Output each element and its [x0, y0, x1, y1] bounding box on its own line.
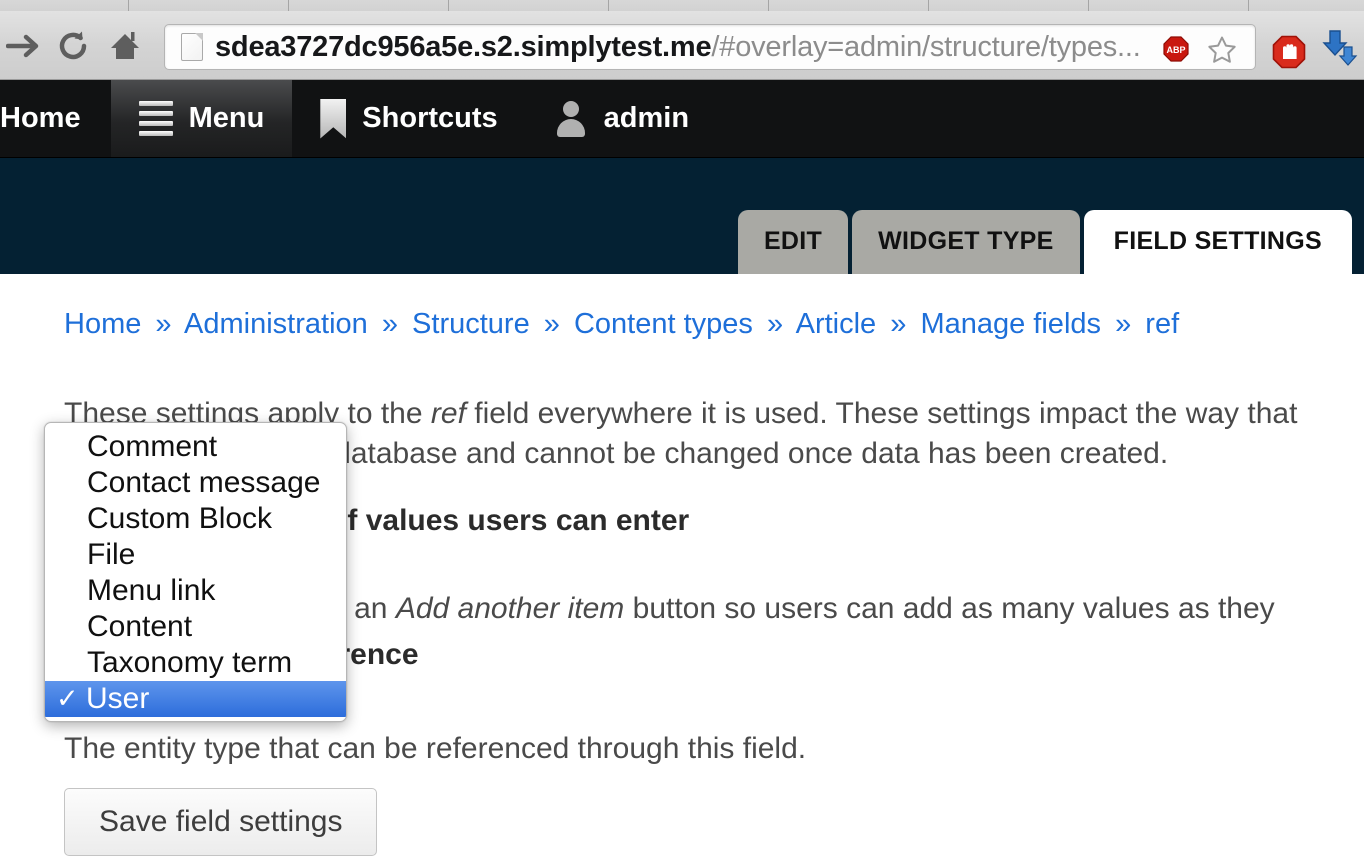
breadcrumb-item-administration[interactable]: Administration — [184, 308, 368, 340]
browser-tab[interactable] — [128, 0, 298, 11]
breadcrumb-separator: » — [543, 308, 560, 340]
breadcrumb-separator: » — [155, 308, 172, 340]
hamburger-icon — [138, 101, 173, 136]
url-text: sdea3727dc956a5e.s2.simplytest.me/#overl… — [215, 31, 1247, 64]
breadcrumb-item-manage-fields[interactable]: Manage fields — [920, 308, 1101, 340]
toolbar-item-menu[interactable]: Menu — [110, 80, 293, 157]
stop-hand-icon[interactable] — [1272, 35, 1306, 69]
breadcrumb-separator: » — [381, 308, 398, 340]
url-path: /#overlay=admin/structure/types... — [711, 30, 1141, 63]
breadcrumb: Home » Administration » Structure » Cont… — [64, 308, 1179, 341]
url-host: sdea3727dc956a5e.s2.simplytest.me — [215, 30, 712, 63]
home-icon[interactable] — [104, 25, 146, 67]
svg-text:ABP: ABP — [1166, 45, 1185, 55]
admin-toolbar: Home Menu Shortcuts admin — [0, 80, 1364, 158]
browser-tab[interactable] — [0, 0, 140, 11]
add-another-item-em: Add another item — [395, 592, 625, 625]
forward-arrow-icon[interactable] — [2, 25, 44, 67]
browser-tab[interactable] — [768, 0, 938, 11]
breadcrumb-item-article[interactable]: Article — [796, 308, 877, 340]
toolbar-item-shortcuts[interactable]: Shortcuts — [292, 80, 525, 157]
person-icon — [554, 99, 588, 139]
reload-icon[interactable] — [52, 25, 94, 67]
entity-type-help-text: The entity type that can be referenced t… — [64, 732, 807, 765]
browser-tab-strip[interactable] — [0, 0, 1364, 11]
toolbar-item-label: Shortcuts — [362, 102, 498, 134]
option-label: Contact message — [87, 466, 321, 499]
breadcrumb-item-content-types[interactable]: Content types — [574, 308, 753, 340]
checkmark-icon: ✓ — [56, 683, 79, 714]
breadcrumb-separator: » — [1115, 308, 1132, 340]
option-label: File — [87, 538, 136, 571]
option-contact-message[interactable]: ✓ Contact message — [45, 465, 346, 501]
option-label: Menu link — [87, 574, 216, 607]
browser-tab[interactable] — [1088, 0, 1258, 11]
page-document-icon — [181, 33, 203, 61]
browser-tab[interactable] — [448, 0, 618, 11]
browser-chrome: sdea3727dc956a5e.s2.simplytest.me/#overl… — [0, 0, 1364, 80]
tab-field-settings[interactable]: FIELD SETTINGS — [1083, 210, 1352, 274]
toolbar-item-label: Home — [0, 102, 81, 134]
breadcrumb-item-ref[interactable]: ref — [1145, 308, 1179, 340]
browser-tab[interactable] — [1248, 0, 1364, 11]
intro-field-name: ref — [430, 397, 466, 430]
option-custom-block[interactable]: ✓ Custom Block — [45, 501, 346, 537]
option-label: User — [86, 682, 150, 715]
option-file[interactable]: ✓ File — [45, 537, 346, 573]
browser-nav-toolbar: sdea3727dc956a5e.s2.simplytest.me/#overl… — [0, 11, 1364, 79]
bookmark-star-icon[interactable] — [1207, 35, 1237, 65]
browser-tab[interactable] — [928, 0, 1098, 11]
option-label: Custom Block — [87, 502, 273, 535]
overlay-tabs: EDIT WIDGET TYPE FIELD SETTINGS — [737, 210, 1352, 274]
option-taxonomy-term[interactable]: ✓ Taxonomy term — [45, 645, 346, 681]
browser-tab[interactable] — [608, 0, 778, 11]
bookmark-icon — [320, 99, 346, 139]
toolbar-item-admin[interactable]: admin — [526, 80, 717, 157]
toolbar-item-label: Menu — [188, 102, 265, 134]
toolbar-item-label: admin — [603, 102, 690, 134]
download-arrow-icon[interactable] — [1322, 29, 1358, 73]
option-label: Comment — [87, 430, 218, 463]
adblock-plus-icon[interactable]: ABP — [1163, 36, 1189, 62]
breadcrumb-item-home[interactable]: Home — [64, 308, 141, 340]
toolbar-item-home[interactable]: Home — [0, 80, 111, 157]
breadcrumb-separator: » — [767, 308, 784, 340]
tab-widget-type[interactable]: WIDGET TYPE — [852, 210, 1080, 274]
entity-type-select-popup[interactable]: ✓ Comment ✓ Contact message ✓ Custom Blo… — [44, 422, 347, 722]
browser-tab[interactable] — [288, 0, 458, 11]
option-label: Content — [87, 610, 193, 643]
option-menu-link[interactable]: ✓ Menu link — [45, 573, 346, 609]
url-bar[interactable]: sdea3727dc956a5e.s2.simplytest.me/#overl… — [164, 24, 1256, 70]
option-user[interactable]: ✓ User — [45, 681, 346, 717]
option-content[interactable]: ✓ Content — [45, 609, 346, 645]
overlay-header: My account sdea3727dc956a5e.s2.simplytes… — [0, 158, 1364, 274]
breadcrumb-separator: » — [890, 308, 907, 340]
save-field-settings-button[interactable]: Save field settings — [64, 788, 378, 856]
tab-edit[interactable]: EDIT — [737, 210, 849, 274]
breadcrumb-item-structure[interactable]: Structure — [412, 308, 530, 340]
option-label: Taxonomy term — [87, 646, 293, 679]
option-comment[interactable]: ✓ Comment — [45, 429, 346, 465]
